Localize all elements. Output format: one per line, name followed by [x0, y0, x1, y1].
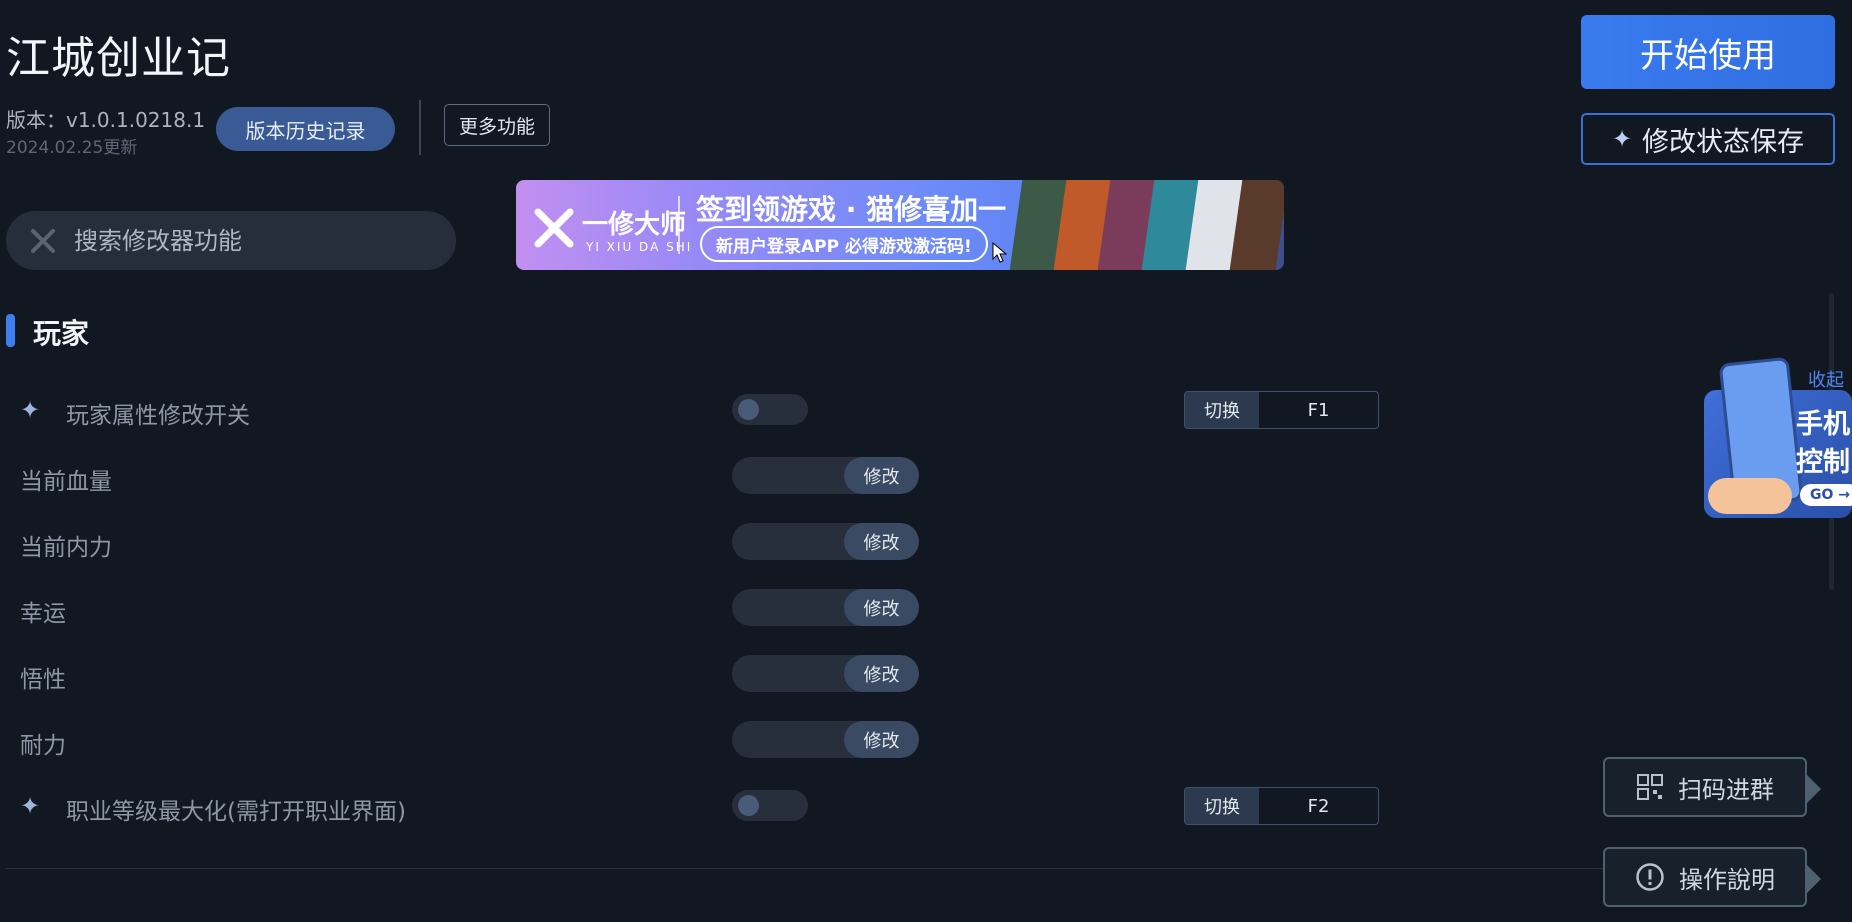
app-title: 江城创业记: [6, 33, 231, 84]
info-icon: [1636, 863, 1664, 891]
wrench-icon: [534, 208, 574, 248]
instructions-button[interactable]: 操作說明: [1603, 847, 1821, 907]
update-date: 2024.02.25更新: [6, 138, 138, 158]
hotkey-field[interactable]: 切换 F2: [1184, 787, 1379, 825]
card-text-2: 控制: [1796, 447, 1850, 478]
hotkey-mode: 切换: [1185, 788, 1259, 824]
sparkle-icon: ✦: [20, 792, 41, 820]
modify-button[interactable]: 修改: [844, 589, 919, 626]
banner-subtext: 新用户登录APP 必得游戏激活码!: [700, 226, 988, 262]
toggle-knob: [738, 399, 759, 420]
promo-banner[interactable]: 一修大师 YI XIU DA SHI 签到领游戏 · 猫修喜加一 新用户登录AP…: [516, 180, 1284, 270]
row-label: 当前血量: [20, 469, 112, 495]
value-input[interactable]: 修改: [732, 523, 919, 560]
banner-brand: 一修大师: [582, 210, 687, 240]
qr-join-label: 扫码进群: [1678, 775, 1774, 804]
section-accent-bar: [6, 314, 15, 347]
go-button[interactable]: GO →: [1800, 484, 1852, 506]
header-divider: [419, 100, 421, 155]
banner-logo: 一修大师 YI XIU DA SHI: [530, 198, 690, 258]
modify-button[interactable]: 修改: [844, 721, 919, 758]
hand-illustration: [1708, 478, 1792, 514]
sparkle-icon: ✦: [1611, 125, 1633, 153]
banner-divider: [678, 196, 680, 254]
section-title: 玩家: [33, 317, 90, 350]
banner-brand-pinyin: YI XIU DA SHI: [586, 240, 693, 254]
row-label: 幸运: [20, 601, 66, 627]
mobile-control-card[interactable]: 手机 控制 GO →: [1704, 356, 1852, 518]
qr-code-icon: [1637, 774, 1663, 800]
arrow-decoration: [1807, 775, 1821, 803]
toggle-switch[interactable]: [732, 394, 808, 425]
modify-button[interactable]: 修改: [844, 655, 919, 692]
sparkle-icon: ✦: [20, 396, 41, 424]
section-divider: [6, 868, 1606, 869]
row-label: 玩家属性修改开关: [66, 403, 250, 429]
hotkey-key: F1: [1307, 399, 1330, 421]
search-input[interactable]: [72, 225, 436, 256]
card-text-1: 手机: [1796, 409, 1850, 440]
row-label: 悟性: [20, 667, 66, 693]
cursor-icon: [992, 242, 1008, 263]
value-input[interactable]: 修改: [732, 589, 919, 626]
save-state-button[interactable]: ✦ 修改状态保存: [1581, 113, 1835, 165]
row-label: 当前内力: [20, 535, 112, 561]
row-label: 耐力: [20, 733, 66, 759]
start-button[interactable]: 开始使用: [1581, 15, 1835, 89]
version-text: 版本：v1.0.1.0218.1: [6, 108, 206, 132]
tools-icon: [31, 228, 55, 253]
row-label: 职业等级最大化(需打开职业界面): [66, 799, 406, 825]
toggle-switch[interactable]: [732, 790, 808, 821]
version-history-button[interactable]: 版本历史记录: [216, 107, 395, 151]
hotkey-mode: 切换: [1185, 392, 1259, 428]
qr-join-group-button[interactable]: 扫码进群: [1603, 757, 1821, 817]
instructions-label: 操作說明: [1679, 865, 1775, 894]
banner-headline: 签到领游戏 · 猫修喜加一: [696, 193, 1007, 226]
value-input[interactable]: 修改: [732, 655, 919, 692]
arrow-decoration: [1807, 865, 1821, 893]
banner-game-art: [1009, 180, 1284, 270]
modify-button[interactable]: 修改: [844, 523, 919, 560]
more-features-button[interactable]: 更多功能: [444, 104, 550, 146]
search-box[interactable]: [6, 211, 456, 270]
hotkey-key: F2: [1307, 795, 1330, 817]
value-input[interactable]: 修改: [732, 721, 919, 758]
toggle-knob: [738, 795, 759, 816]
hotkey-field[interactable]: 切换 F1: [1184, 391, 1379, 429]
value-input[interactable]: 修改: [732, 457, 919, 494]
modify-button[interactable]: 修改: [844, 457, 919, 494]
save-state-label: 修改状态保存: [1642, 126, 1805, 158]
